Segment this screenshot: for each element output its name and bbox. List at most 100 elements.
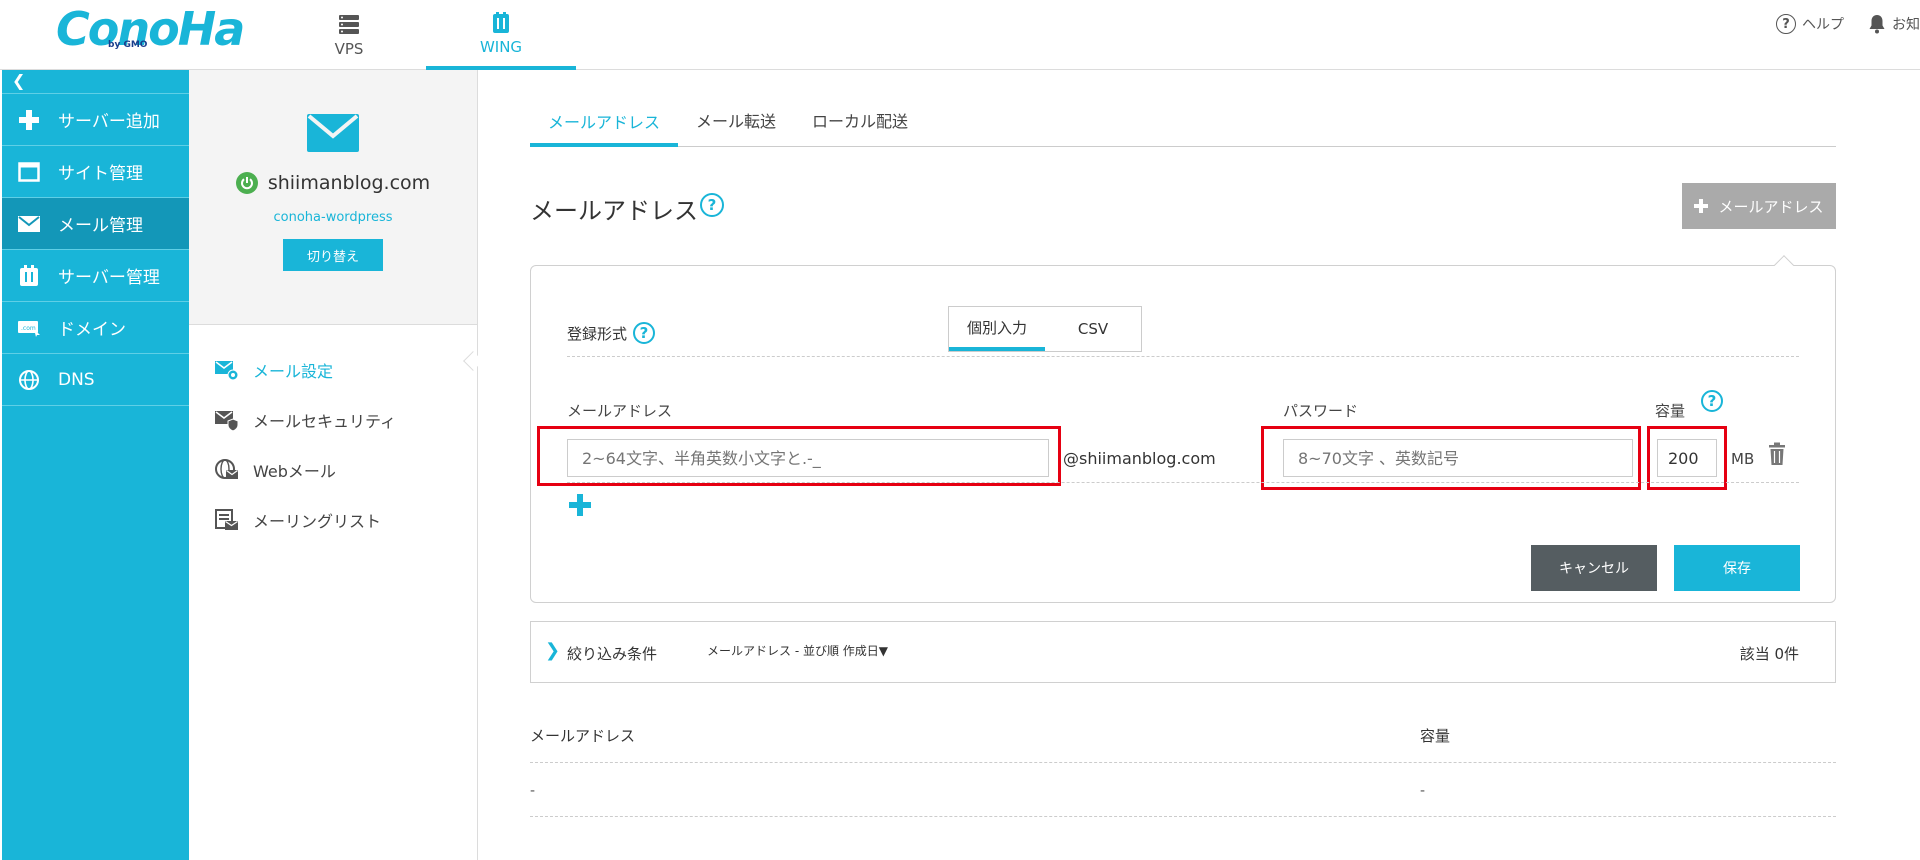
sidebar-item-mail[interactable]: メール管理 — [2, 198, 189, 250]
tab-mail-address[interactable]: メールアドレス — [530, 109, 679, 147]
save-button[interactable]: 保存 — [1674, 545, 1800, 591]
domain-summary: shiimanblog.com conoha-wordpress 切り替え — [189, 70, 477, 325]
domain-icon: .com — [16, 317, 42, 339]
help-icon[interactable]: ? — [1701, 390, 1723, 412]
page-title: メールアドレス — [530, 197, 698, 225]
sidebar-item-label: サーバー追加 — [58, 112, 160, 132]
domain-suffix: @shiimanblog.com — [1063, 449, 1216, 468]
notice-link[interactable]: お知 — [1868, 14, 1920, 34]
sidebar-item-label: メール管理 — [58, 216, 143, 236]
table-row: - - — [530, 763, 1836, 817]
submenu-mail-security[interactable]: メールセキュリティ — [189, 395, 477, 445]
filter-label: 絞り込み条件 — [567, 645, 658, 663]
registration-format-label: 登録形式 ? — [567, 322, 656, 344]
password-column-label: パスワード — [1283, 402, 1359, 420]
domain-row: shiimanblog.com — [235, 172, 431, 194]
sidebar-item-add-server[interactable]: サーバー追加 — [2, 94, 189, 146]
mail-icon — [16, 213, 42, 235]
help-icon[interactable]: ? — [700, 193, 724, 217]
submenu-mail-settings[interactable]: メール設定 — [189, 345, 477, 395]
table-header-capacity: 容量 — [1420, 727, 1451, 745]
domain-name: shiimanblog.com — [267, 172, 431, 194]
add-row-plus-icon[interactable] — [567, 492, 593, 518]
highlight-box-capacity — [1647, 426, 1727, 490]
main-content: メールアドレス メール転送 ローカル配送 メールアドレス ? メールアドレス 登… — [530, 70, 1836, 817]
globe-icon — [16, 369, 42, 391]
server-icon — [16, 264, 42, 287]
submenu-label: メール設定 — [253, 362, 334, 381]
sidebar-item-label: ドメイン — [58, 320, 126, 340]
table-cell-capacity: - — [1420, 783, 1426, 799]
submenu-label: メールセキュリティ — [253, 412, 397, 431]
highlight-box-email — [537, 426, 1061, 486]
divider — [567, 356, 1799, 357]
sidebar-item-domain[interactable]: .com ドメイン — [2, 302, 189, 354]
sidebar-item-label: サーバー管理 — [58, 268, 160, 288]
topnav-wing[interactable]: WING — [426, 0, 576, 70]
logo-sub: by GMO — [108, 40, 148, 50]
mail-security-icon — [215, 411, 239, 431]
webmail-icon — [215, 459, 238, 479]
tab-local-delivery[interactable]: ローカル配送 — [794, 108, 926, 146]
submenu-mailing-list[interactable]: メーリングリスト — [189, 495, 477, 545]
chevron-right-icon: ❯ — [545, 640, 561, 661]
topnav-vps[interactable]: VPS — [306, 0, 392, 70]
trash-icon[interactable] — [1767, 442, 1787, 466]
filter-meta: メールアドレス - 並び順 作成日▼ — [707, 644, 889, 658]
table-header-email: メールアドレス — [530, 727, 636, 745]
conoha-logo[interactable]: ConoHa by GMO — [56, 2, 245, 56]
submenu-label: Webメール — [253, 462, 336, 481]
account-name[interactable]: conoha-wordpress — [274, 210, 393, 225]
capacity-unit: MB — [1731, 450, 1755, 468]
server-stack-icon — [339, 15, 359, 34]
topnav-vps-label: VPS — [334, 40, 364, 58]
sidebar-item-label: サイト管理 — [58, 164, 143, 184]
sidebar-item-server[interactable]: サーバー管理 — [2, 250, 189, 302]
table-header: メールアドレス 容量 — [530, 683, 1836, 763]
table-cell-email: - — [530, 783, 536, 799]
wing-server-icon — [493, 12, 509, 33]
envelope-icon — [307, 114, 359, 152]
mail-address-form: 登録形式 ? 個別入力 CSV メールアドレス パスワード 容量 ? @shii… — [530, 255, 1836, 603]
submenu-webmail[interactable]: Webメール — [189, 445, 477, 495]
switch-button[interactable]: 切り替え — [283, 239, 383, 271]
add-mail-address-label: メールアドレス — [1718, 197, 1824, 216]
plus-icon — [16, 109, 42, 131]
sidebar-collapse-button[interactable]: ❮ — [2, 70, 189, 94]
cancel-button[interactable]: キャンセル — [1531, 545, 1657, 591]
plus-icon — [1694, 199, 1709, 213]
tab-mail-forwarding[interactable]: メール転送 — [678, 108, 794, 146]
filter-bar[interactable]: ❯ 絞り込み条件 メールアドレス - 並び順 作成日▼ 該当 0件 — [530, 621, 1836, 683]
left-sidebar: ❮ サーバー追加 サイト管理 メール管理 サーバー管理 .com ドメイン DN… — [2, 70, 189, 860]
sidebar-item-dns[interactable]: DNS — [2, 354, 189, 406]
mailing-list-icon — [215, 509, 238, 530]
help-icon: ? — [1776, 14, 1796, 34]
topnav-wing-label: WING — [479, 38, 523, 56]
window-icon — [16, 161, 42, 183]
bell-icon — [1869, 15, 1885, 34]
divider — [567, 482, 1799, 483]
sidebar-item-label: DNS — [58, 369, 95, 390]
capacity-column-label: 容量 — [1655, 402, 1686, 420]
title-row: メールアドレス ? メールアドレス — [530, 147, 1836, 265]
help-icon[interactable]: ? — [633, 322, 656, 344]
add-mail-address-button[interactable]: メールアドレス — [1682, 183, 1836, 229]
highlight-box-password — [1261, 426, 1641, 490]
help-label: ヘルプ — [1802, 17, 1844, 33]
mail-submenu: メール設定 メールセキュリティ Webメール メーリングリスト — [189, 325, 477, 545]
notice-label: お知 — [1892, 17, 1920, 33]
mail-tabs: メールアドレス メール転送 ローカル配送 — [530, 70, 1836, 147]
top-bar: ConoHa by GMO VPS WING ? ヘルプ お知 — [0, 0, 1920, 70]
power-icon — [235, 172, 258, 194]
registration-format-text: 登録形式 — [567, 324, 628, 343]
mail-settings-icon — [215, 361, 239, 381]
top-right-links: ? ヘルプ お知 — [1776, 14, 1920, 34]
mail-sub-panel: shiimanblog.com conoha-wordpress 切り替え メー… — [189, 70, 478, 860]
help-link[interactable]: ? ヘルプ — [1776, 14, 1844, 34]
result-count: 該当 0件 — [1739, 645, 1799, 663]
email-column-label: メールアドレス — [567, 402, 673, 420]
seg-individual[interactable]: 個別入力 — [949, 307, 1045, 351]
registration-format-toggle: 個別入力 CSV — [948, 306, 1142, 352]
seg-csv[interactable]: CSV — [1045, 307, 1141, 351]
sidebar-item-site[interactable]: サイト管理 — [2, 146, 189, 198]
